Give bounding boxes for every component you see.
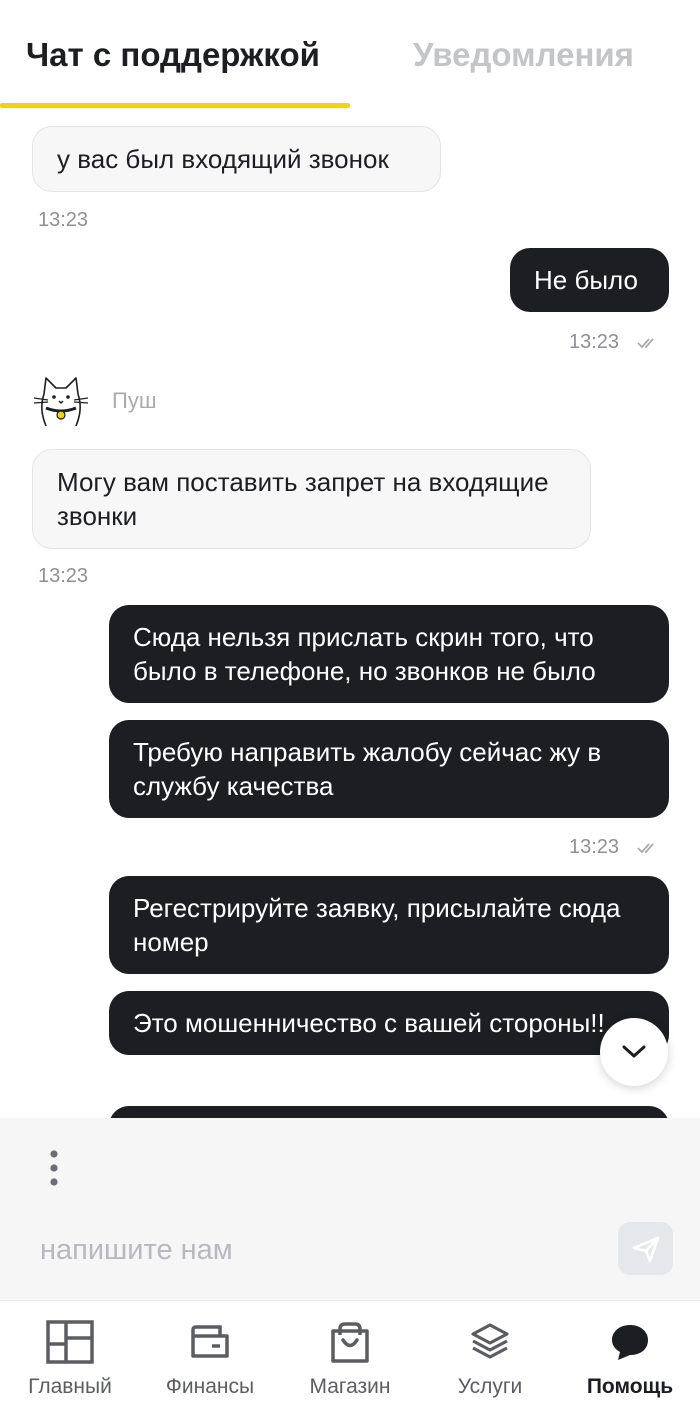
message-time: 13:23 — [38, 565, 89, 587]
incoming-message: Могу вам поставить запрет на входящие зв… — [32, 449, 591, 549]
read-checkmarks-icon — [637, 843, 654, 854]
outgoing-message: Требую направить жалобу сейчас жу в служ… — [109, 720, 669, 818]
outgoing-message: Регестрируйте заявку, присылайте сюда но… — [109, 876, 669, 974]
send-icon — [632, 1236, 659, 1262]
tab-notifications[interactable]: Уведомления — [413, 36, 634, 74]
incoming-message: у вас был входящий звонок — [32, 126, 441, 192]
nav-item-help[interactable]: Помощь — [580, 1301, 680, 1428]
chevron-down-icon — [622, 1045, 646, 1058]
message-time: 13:23 — [569, 836, 620, 858]
read-checkmarks-icon — [637, 338, 654, 349]
cat-avatar-icon — [33, 377, 89, 427]
chat-thread[interactable]: у вас был входящий звонок 13:23 Не было … — [0, 110, 700, 1118]
active-tab-indicator — [0, 103, 350, 108]
chat-bubble-icon — [612, 1325, 648, 1360]
nav-item-shop[interactable]: Магазин — [302, 1301, 398, 1428]
agent-name: Пуш — [112, 388, 157, 413]
shopping-bag-icon — [331, 1322, 369, 1363]
nav-item-services[interactable]: Услуги — [440, 1301, 540, 1428]
nav-label: Финансы — [165, 1375, 255, 1398]
layers-icon — [471, 1323, 509, 1359]
dashboard-icon — [46, 1320, 94, 1364]
more-options-button[interactable] — [44, 1148, 64, 1188]
nav-label: Главный — [28, 1375, 112, 1398]
bottom-navigation: Главный Финансы Магазин Услуги Помощь — [0, 1300, 700, 1428]
nav-item-home[interactable]: Главный — [22, 1301, 118, 1428]
outgoing-message-partial — [109, 1106, 669, 1118]
message-time: 13:23 — [569, 331, 620, 353]
tab-bar: Чат с поддержкой Уведомления — [0, 0, 700, 110]
wallet-icon — [191, 1325, 229, 1358]
nav-label: Помощь — [586, 1375, 674, 1398]
outgoing-message: Сюда нельзя прислать скрин того, что был… — [109, 605, 669, 703]
nav-label: Магазин — [309, 1375, 391, 1398]
scroll-to-bottom-button[interactable] — [600, 1018, 668, 1086]
outgoing-message: Не было — [510, 248, 669, 312]
nav-label: Услуги — [457, 1375, 523, 1398]
tab-support-chat[interactable]: Чат с поддержкой — [26, 36, 320, 74]
nav-item-finance[interactable]: Финансы — [158, 1301, 262, 1428]
message-input[interactable] — [40, 1228, 600, 1272]
more-vertical-icon — [50, 1150, 58, 1186]
outgoing-message: Это мошенничество с вашей стороны!! — [109, 991, 669, 1055]
message-composer — [0, 1118, 700, 1300]
agent-header: Пуш — [32, 372, 156, 430]
message-time: 13:23 — [38, 209, 89, 231]
send-button[interactable] — [618, 1222, 673, 1275]
